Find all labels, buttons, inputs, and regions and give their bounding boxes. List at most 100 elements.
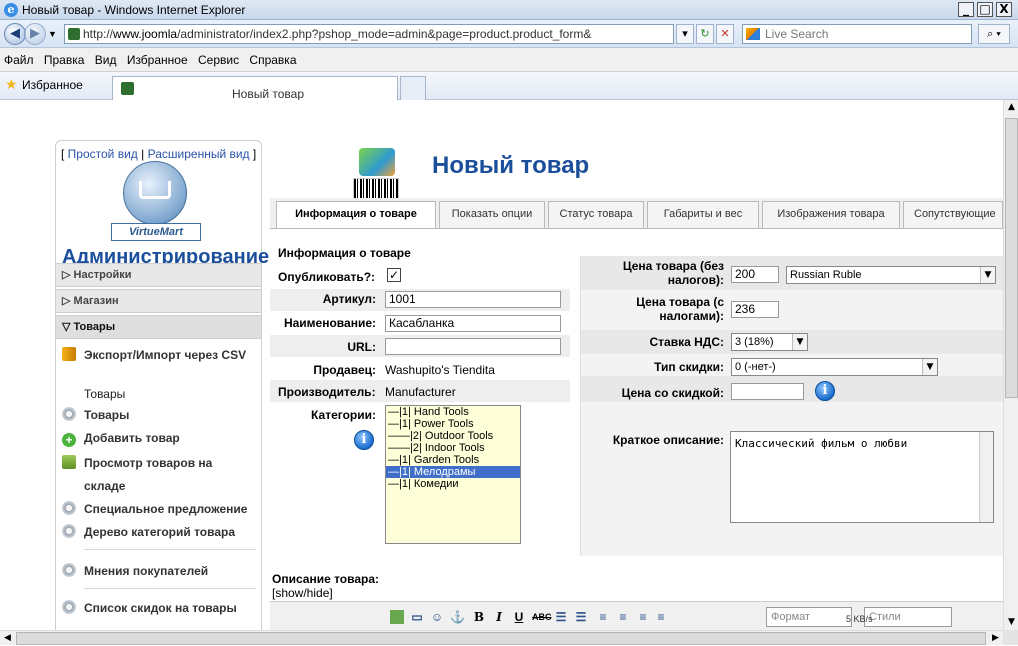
category-option[interactable]: —|1| Комедии xyxy=(386,478,520,490)
new-tab-button[interactable] xyxy=(400,76,426,100)
maximize-button[interactable]: □ xyxy=(977,2,993,17)
underline-icon[interactable]: U xyxy=(512,610,526,624)
scroll-down-icon[interactable]: ▼ xyxy=(1004,615,1018,630)
url-dropdown-icon[interactable]: ▾ xyxy=(676,24,694,44)
scroll-left-icon[interactable]: ◀ xyxy=(0,631,15,646)
category-option[interactable]: ——|2| Indoor Tools xyxy=(386,442,520,454)
sidebar-item-stock-view[interactable]: Просмотр товаров на xyxy=(62,455,212,470)
tab-product-status[interactable]: Статус товара xyxy=(548,201,644,228)
vertical-scrollbar[interactable]: ▲ ▼ xyxy=(1003,100,1018,630)
sidebar-item-special-offer[interactable]: Специальное предложение xyxy=(62,501,247,516)
format-select[interactable]: Формат xyxy=(766,607,852,627)
media-icon[interactable]: ▭ xyxy=(410,610,424,624)
browser-tab[interactable]: Новый товар xyxy=(112,76,398,101)
align-center-icon[interactable]: ≡ xyxy=(616,610,630,624)
section-products[interactable]: ▽ Товары xyxy=(56,315,261,339)
scroll-up-icon[interactable]: ▲ xyxy=(1004,100,1018,115)
unordered-list-icon[interactable]: ☰ xyxy=(574,610,588,624)
scrollbar-thumb[interactable] xyxy=(1005,118,1018,398)
close-button[interactable]: X xyxy=(996,2,1012,17)
sidebar-item-label: Добавить товар xyxy=(84,431,180,445)
favorites-button[interactable]: Избранное xyxy=(22,78,83,92)
sidebar-item-stock-view-cont[interactable]: складе xyxy=(84,479,125,493)
sidebar-divider xyxy=(84,588,256,589)
vat-select[interactable]: 3 (18%) ▼ xyxy=(731,333,808,351)
menu-edit[interactable]: Правка xyxy=(40,48,88,67)
align-left-icon[interactable]: ≡ xyxy=(596,610,610,624)
search-placeholder: Live Search xyxy=(765,27,829,41)
menu-view[interactable]: Вид xyxy=(91,48,120,67)
menu-favorites[interactable]: Избранное xyxy=(123,48,191,67)
strikethrough-icon[interactable]: ABC xyxy=(532,610,552,624)
currency-select[interactable]: Russian Ruble ▼ xyxy=(786,266,996,284)
tab-related[interactable]: Сопутствующие xyxy=(903,201,1003,228)
url-field[interactable] xyxy=(385,338,561,355)
menu-file[interactable]: Файл xyxy=(0,48,37,67)
emoticon-icon[interactable]: ☺ xyxy=(430,610,444,624)
menu-help[interactable]: Справка xyxy=(245,48,299,67)
name-input[interactable]: Касабланка xyxy=(385,315,561,332)
align-right-icon[interactable]: ≡ xyxy=(636,610,650,624)
sidebar-item-reviews[interactable]: Мнения покупателей xyxy=(62,563,208,578)
discount-info-icon[interactable]: i xyxy=(815,381,835,401)
price-gross-label-line1: Цена товара (с xyxy=(636,295,724,309)
category-option[interactable]: ——|2| Outdoor Tools xyxy=(386,430,520,442)
sidebar-item-category-tree[interactable]: Дерево категорий товара xyxy=(62,524,235,539)
category-option[interactable]: —|1| Power Tools xyxy=(386,418,520,430)
favorites-star-icon[interactable]: ★ xyxy=(5,76,18,93)
price-net-input[interactable]: 200 xyxy=(731,266,779,283)
short-description-label: Краткое описание: xyxy=(612,433,724,447)
section-settings[interactable]: ▷ Настройки xyxy=(56,263,261,287)
minimize-button[interactable]: _ xyxy=(958,2,974,17)
category-option[interactable]: —|1| Hand Tools xyxy=(386,406,520,418)
category-option[interactable]: —|1| Garden Tools xyxy=(386,454,520,466)
price-gross-input[interactable]: 236 xyxy=(731,301,779,318)
search-icon[interactable]: ⌕ ▾ xyxy=(978,24,1010,44)
publish-checkbox[interactable]: ✓ xyxy=(387,268,401,282)
categories-info-icon[interactable]: i xyxy=(354,430,374,450)
tab-show-options[interactable]: Показать опции xyxy=(439,201,545,228)
window-title: Новый товар - Windows Internet Explorer xyxy=(22,3,246,17)
refresh-icon[interactable]: ↻ xyxy=(696,24,714,44)
textarea-scrollbar[interactable] xyxy=(979,432,993,522)
sidebar-item-add-product[interactable]: + Добавить товар xyxy=(62,431,180,447)
live-search-icon xyxy=(746,28,760,40)
search-input[interactable]: Live Search xyxy=(742,24,972,44)
bold-icon[interactable]: B xyxy=(472,610,486,624)
ordered-list-icon[interactable]: ☰ xyxy=(554,610,568,624)
menu-tools[interactable]: Сервис xyxy=(194,48,242,67)
tab-product-images[interactable]: Изображения товара xyxy=(762,201,900,228)
simple-view-link[interactable]: Простой вид xyxy=(68,147,138,161)
tab-product-info[interactable]: Информация о товаре xyxy=(276,201,436,229)
discounted-price-input[interactable] xyxy=(731,383,804,400)
sidebar-item-products[interactable]: Товары xyxy=(62,407,129,422)
sidebar-item-label: Специальное предложение xyxy=(84,502,248,516)
discount-type-label: Тип скидки: xyxy=(654,360,724,374)
forward-icon[interactable]: ▶ xyxy=(24,23,46,45)
horizontal-scrollbar[interactable]: ◀ ▶ xyxy=(0,630,1003,645)
anchor-icon[interactable]: ⚓ xyxy=(450,610,465,624)
categories-listbox[interactable]: —|1| Hand Tools —|1| Power Tools ——|2| O… xyxy=(385,405,521,544)
sku-input[interactable]: 1001 xyxy=(385,291,561,308)
view-separator: | xyxy=(141,147,145,161)
export-import-csv-link[interactable]: Экспорт/Импорт через CSV xyxy=(62,347,246,362)
manufacturer-value: Manufacturer xyxy=(385,385,456,399)
history-dropdown-icon[interactable]: ▼ xyxy=(48,29,57,39)
stop-icon[interactable]: ✕ xyxy=(716,24,734,44)
align-justify-icon[interactable]: ≡ xyxy=(654,610,668,624)
description-toggle[interactable]: [show/hide] xyxy=(272,586,333,600)
url-input[interactable]: http://www.joomla/administrator/index2.p… xyxy=(64,24,674,44)
category-option-selected[interactable]: —|1| Мелодрамы xyxy=(386,466,520,478)
scrollbar-thumb[interactable] xyxy=(16,632,986,645)
image-icon[interactable] xyxy=(390,610,404,624)
tab-dimensions-weight[interactable]: Габариты и вес xyxy=(647,201,759,228)
scroll-right-icon[interactable]: ▶ xyxy=(988,631,1003,646)
italic-icon[interactable]: I xyxy=(492,610,506,624)
section-store[interactable]: ▷ Магазин xyxy=(56,289,261,313)
discount-type-select[interactable]: 0 (-нет-) ▼ xyxy=(731,358,938,376)
short-description-textarea[interactable]: Классический фильм о любви xyxy=(730,431,994,523)
back-icon[interactable]: ◀ xyxy=(4,23,26,45)
sidebar-item-discounts[interactable]: Список скидок на товары xyxy=(62,600,237,615)
styles-select[interactable]: Стили xyxy=(864,607,952,627)
advanced-view-link[interactable]: Расширенный вид xyxy=(148,147,250,161)
